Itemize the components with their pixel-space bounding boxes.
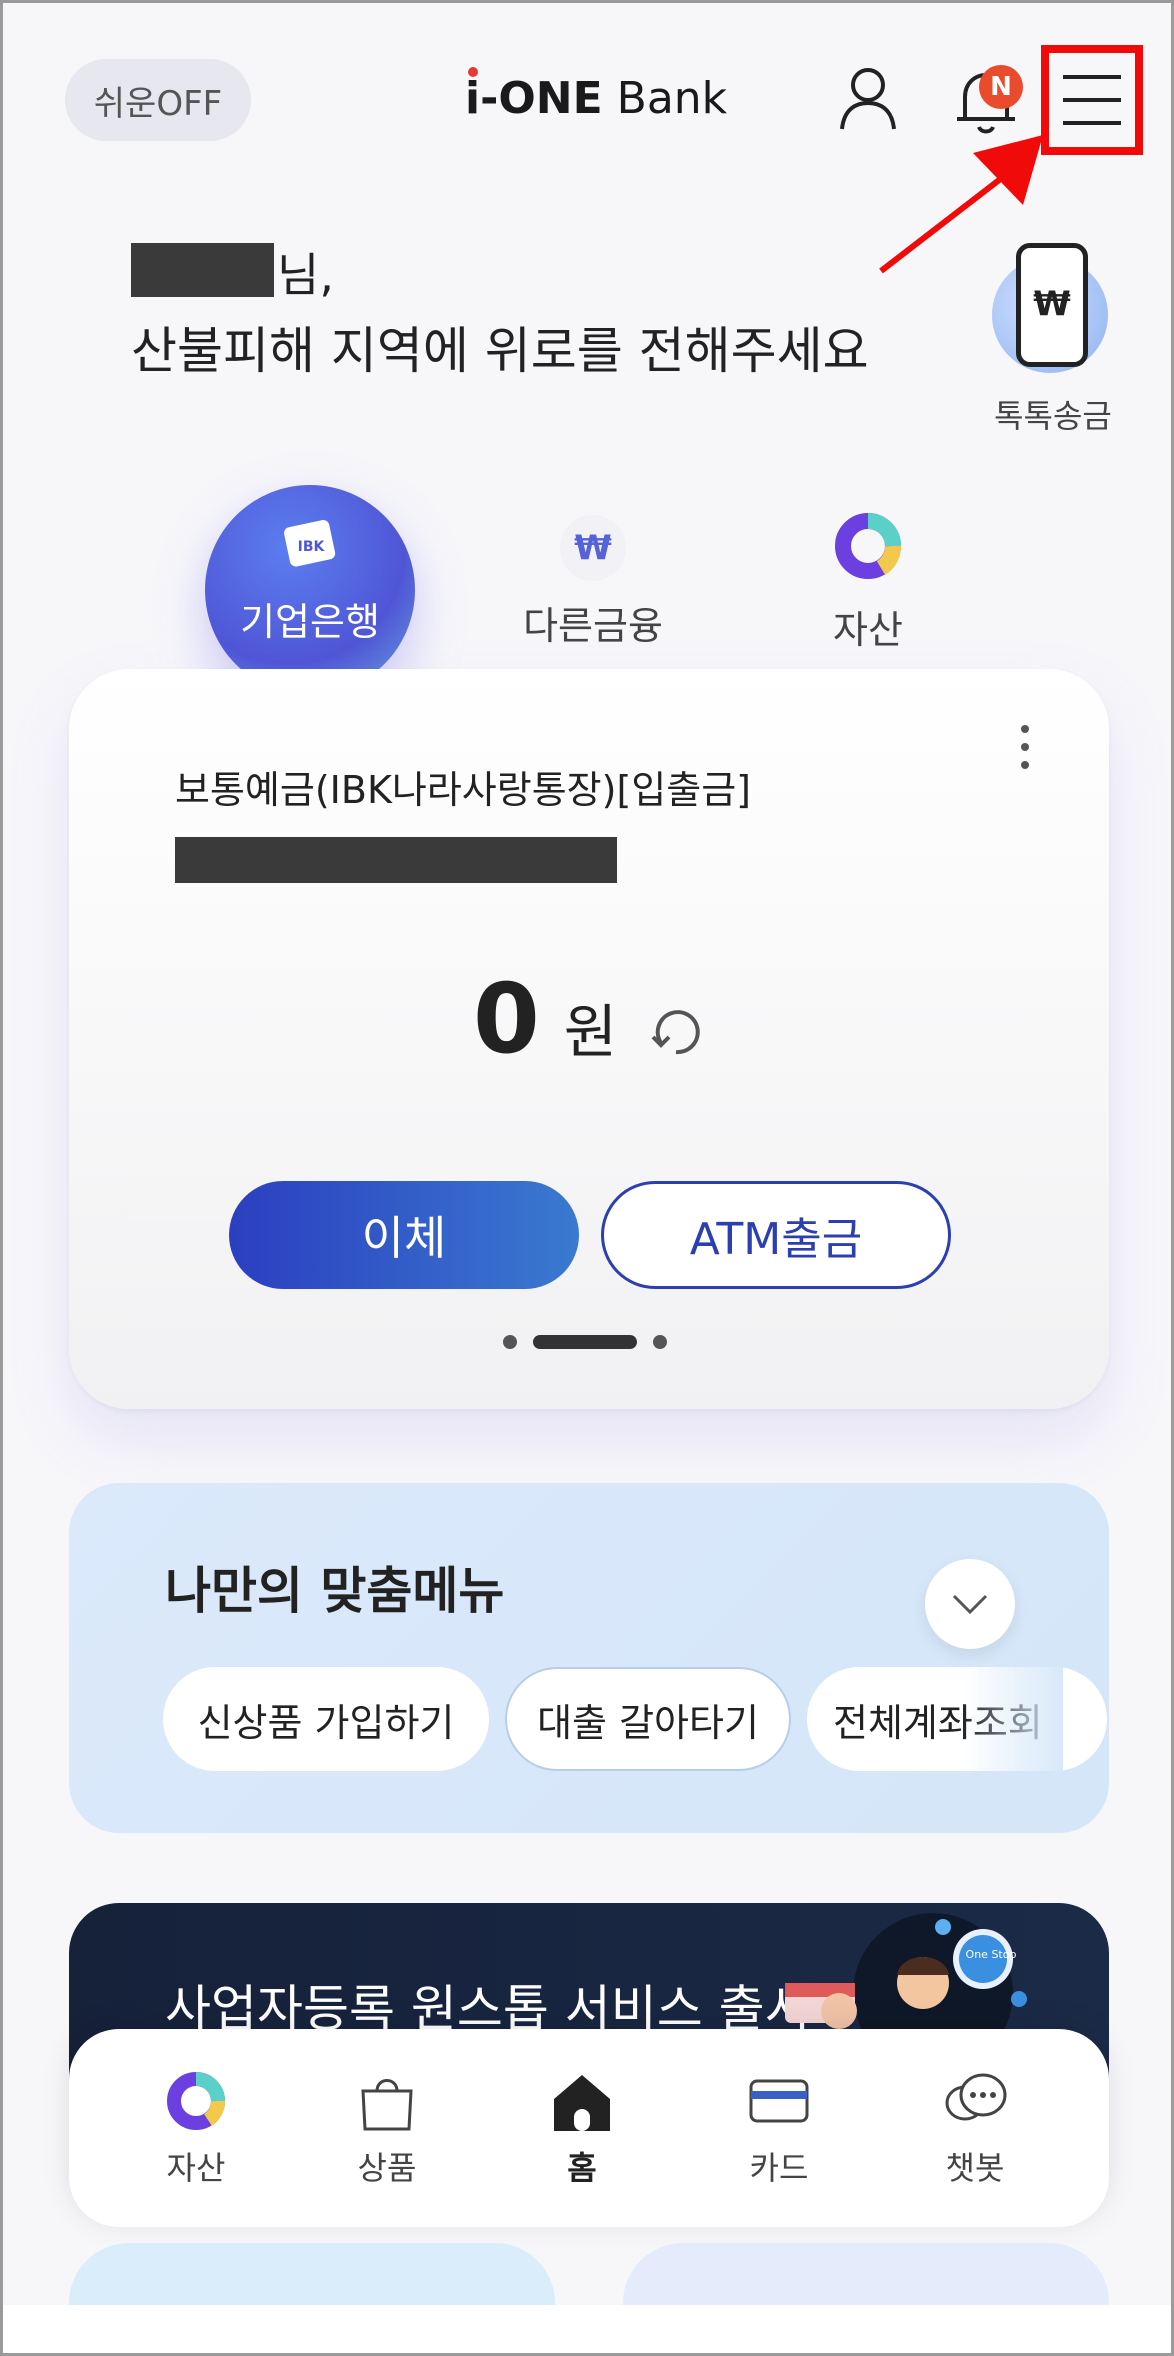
nav-card-label: 카드: [749, 2149, 809, 2187]
ibk-icon: IBK: [284, 520, 336, 567]
app-screen: 쉬운OFF i-ONE Bank N 님, 산불피해 지역에 위로를 전해주세요…: [0, 0, 1174, 2356]
custom-menu-title: 나만의 맞춤메뉴: [165, 1562, 505, 1620]
tab-other-finance[interactable]: ₩ 다른금융: [503, 515, 683, 650]
nav-assets[interactable]: 자산: [136, 2069, 256, 2189]
nav-products-label: 상품: [357, 2149, 417, 2187]
shopping-bag-icon: [361, 2079, 413, 2131]
won-symbol: ₩: [1033, 284, 1071, 324]
greeting-message: 산불피해 지역에 위로를 전해주세요: [131, 322, 869, 380]
nav-home-label: 홈: [567, 2149, 597, 2187]
card-pager: [503, 1335, 667, 1349]
custom-menu-panel: [69, 1483, 1109, 1833]
credit-card-icon: [749, 2079, 809, 2123]
toktok-transfer-button[interactable]: ₩ 톡톡송금: [988, 243, 1118, 435]
svg-text:IBK: IBK: [298, 539, 326, 555]
nav-chatbot-label: 챗봇: [945, 2149, 1005, 2187]
menu-chip-new-product[interactable]: 신상품 가입하기: [163, 1667, 489, 1771]
nav-chatbot[interactable]: 챗봇: [915, 2069, 1035, 2189]
asset-donut-icon: [835, 513, 901, 579]
pager-dot[interactable]: [653, 1335, 667, 1349]
expand-menu-button[interactable]: [925, 1559, 1015, 1649]
more-options-icon[interactable]: [1015, 725, 1035, 777]
easy-mode-toggle[interactable]: 쉬운OFF: [65, 59, 251, 141]
phone-icon: ₩: [1016, 243, 1088, 367]
tab-assets-label: 자산: [833, 608, 903, 652]
menu-chip-loan-switch[interactable]: 대출 갈아타기: [505, 1667, 791, 1771]
logo-suffix: Bank: [616, 73, 728, 124]
hamburger-menu-icon[interactable]: [1059, 67, 1125, 133]
profile-icon[interactable]: [838, 63, 898, 133]
greeting-suffix: 님,: [277, 248, 334, 302]
account-name: 보통예금(IBK나라사랑통장)[입출금]: [175, 768, 751, 812]
nav-products[interactable]: 상품: [327, 2069, 447, 2189]
account-balance: 0 원: [473, 963, 617, 1075]
notification-badge: N: [979, 65, 1023, 109]
won-icon: ₩: [560, 515, 626, 581]
chevron-down-icon: [952, 1594, 988, 1615]
refresh-icon[interactable]: [647, 1003, 705, 1061]
tab-other-finance-label: 다른금융: [523, 604, 663, 648]
tab-ibk[interactable]: IBK 기업은행: [205, 485, 415, 695]
transfer-button[interactable]: 이체: [229, 1181, 579, 1289]
toktok-label: 톡톡송금: [994, 397, 1112, 435]
balance-unit: 원: [563, 998, 618, 1066]
asset-donut-icon: [167, 2072, 225, 2130]
atm-withdraw-button[interactable]: ATM출금: [601, 1181, 951, 1289]
tab-ibk-label: 기업은행: [240, 600, 380, 644]
banner-badge: One Stop: [965, 1948, 1017, 1961]
chip-fade-overlay: [963, 1667, 1063, 1771]
nav-assets-label: 자산: [166, 2149, 226, 2187]
masked-account-number: [175, 837, 617, 883]
tab-assets[interactable]: 자산: [803, 511, 933, 654]
masked-user-name: [131, 243, 274, 297]
logo-prefix: i-ONE: [465, 67, 603, 124]
nav-card[interactable]: 카드: [719, 2069, 839, 2189]
bottom-edge: [3, 2305, 1171, 2353]
pager-dot-active[interactable]: [533, 1335, 637, 1349]
chat-bubble-icon: [945, 2073, 1007, 2121]
pager-dot[interactable]: [503, 1335, 517, 1349]
home-icon: [554, 2075, 610, 2131]
banner-illustration: [785, 1913, 1027, 2033]
balance-amount: 0: [473, 963, 540, 1075]
nav-home[interactable]: 홈: [522, 2069, 642, 2189]
app-logo: i-ONE Bank: [465, 67, 728, 133]
